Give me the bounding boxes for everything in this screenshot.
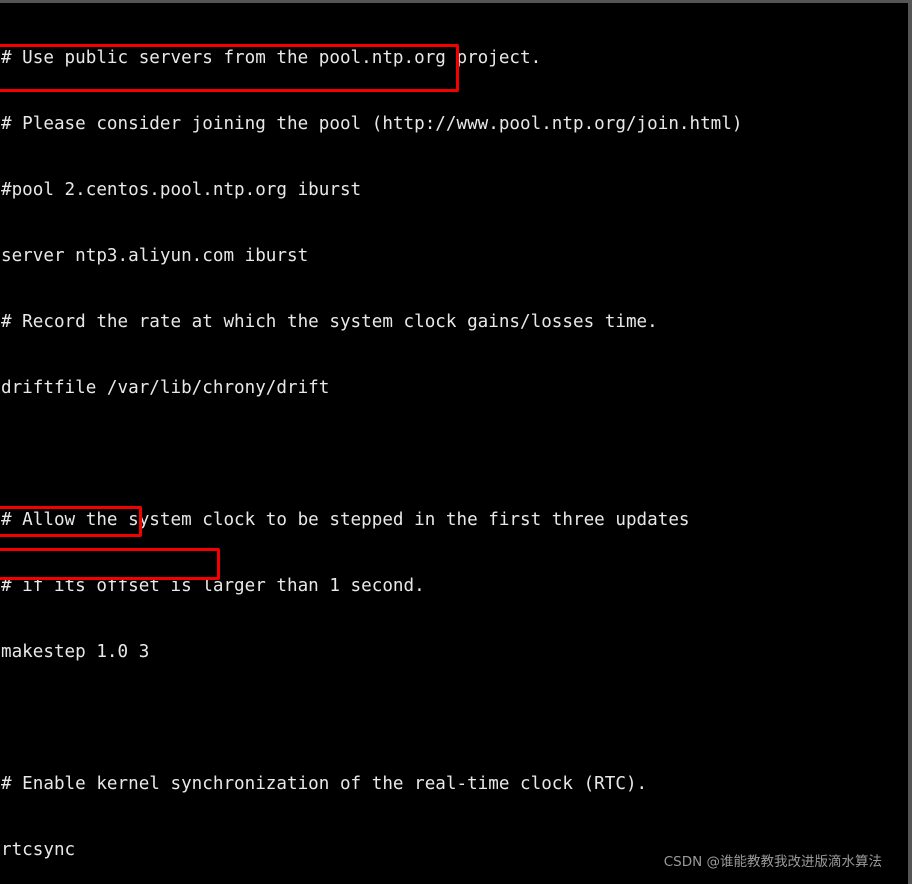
buffer-line: makestep 1.0 3: [1, 642, 150, 662]
buffer-line: # if its offset is larger than 1 second.: [1, 576, 425, 596]
buffer-line: driftfile /var/lib/chrony/drift: [1, 378, 330, 398]
buffer-line: [1, 707, 908, 729]
csdn-watermark: CSDN @谁能教教我改进版滴水算法: [663, 854, 882, 870]
buffer-line: server ntp3.aliyun.com iburst: [1, 246, 309, 266]
buffer-line: # Record the rate at which the system cl…: [1, 312, 658, 332]
buffer-line: [1, 443, 908, 465]
buffer-line: #pool 2.centos.pool.ntp.org iburst: [1, 180, 362, 200]
buffer-line: # Please consider joining the pool (http…: [1, 114, 743, 134]
terminal-window: # Use public servers from the pool.ntp.o…: [0, 0, 912, 884]
buffer-line: # Use public servers from the pool.ntp.o…: [1, 48, 542, 68]
buffer-line: # Allow the system clock to be stepped i…: [1, 510, 690, 530]
vim-text-buffer[interactable]: # Use public servers from the pool.ntp.o…: [0, 3, 908, 884]
buffer-line: # Enable kernel synchronization of the r…: [1, 774, 648, 794]
